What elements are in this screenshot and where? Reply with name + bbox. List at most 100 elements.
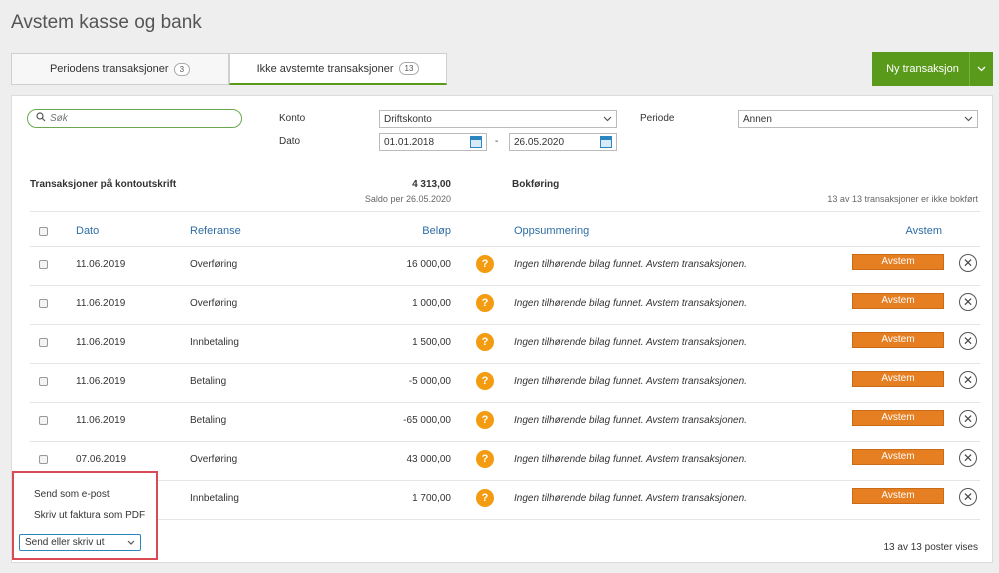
row-checkbox[interactable]: [39, 338, 48, 347]
row-summary: Ingen tilhørende bilag funnet. Avstem tr…: [514, 415, 747, 426]
header-avstem: Avstem: [905, 225, 942, 237]
date-to-input[interactable]: 26.05.2020: [509, 133, 617, 151]
row-referanse: Overføring: [190, 298, 238, 309]
question-icon[interactable]: ?: [476, 411, 494, 429]
row-referanse: Betaling: [190, 376, 227, 387]
date-from-input[interactable]: 01.01.2018: [379, 133, 487, 151]
question-icon[interactable]: ?: [476, 333, 494, 351]
row-checkbox[interactable]: [39, 260, 48, 269]
avstem-button[interactable]: Avstem: [852, 410, 944, 426]
question-icon[interactable]: ?: [476, 255, 494, 273]
calendar-icon[interactable]: [470, 136, 482, 148]
search-input[interactable]: [50, 113, 230, 124]
menu-item-print-pdf[interactable]: Skriv ut faktura som PDF: [34, 510, 145, 521]
row-belop: 16 000,00: [406, 259, 452, 270]
konto-value: Driftskonto: [384, 113, 432, 125]
row-summary: Ingen tilhørende bilag funnet. Avstem tr…: [514, 298, 747, 309]
statement-title: Transaksjoner på kontoutskrift: [30, 179, 177, 190]
row-referanse: Innbetaling: [190, 337, 239, 348]
question-icon[interactable]: ?: [476, 372, 494, 390]
dato-label: Dato: [279, 136, 301, 147]
tab-label: Ikke avstemte transaksjoner: [256, 62, 394, 75]
header-oppsummering[interactable]: Oppsummering: [514, 225, 589, 237]
send-print-label: Send eller skriv ut: [25, 537, 105, 548]
row-checkbox[interactable]: [39, 377, 48, 386]
konto-select[interactable]: Driftskonto: [379, 110, 617, 128]
avstem-button[interactable]: Avstem: [852, 371, 944, 387]
row-referanse: Overføring: [190, 454, 238, 465]
close-icon[interactable]: ✕: [959, 293, 977, 311]
menu-item-send-email[interactable]: Send som e-post: [34, 489, 110, 500]
send-print-menu: Send som e-post Skriv ut faktura som PDF…: [12, 471, 158, 560]
chevron-down-icon: [964, 114, 973, 125]
avstem-button[interactable]: Avstem: [852, 293, 944, 309]
table-row: 11.06.2019 Innbetaling 1 500,00 ? Ingen …: [12, 324, 992, 363]
statement-saldo: Saldo per 26.05.2020: [364, 194, 451, 204]
periode-value: Annen: [743, 113, 772, 125]
avstem-button[interactable]: Avstem: [852, 332, 944, 348]
avstem-button[interactable]: Avstem: [852, 488, 944, 504]
table-row: 11.06.2019 Betaling -5 000,00 ? Ingen ti…: [12, 363, 992, 402]
row-summary: Ingen tilhørende bilag funnet. Avstem tr…: [514, 493, 747, 504]
avstem-button[interactable]: Avstem: [852, 254, 944, 270]
close-icon[interactable]: ✕: [959, 410, 977, 428]
periode-label: Periode: [640, 113, 675, 124]
row-dato: 07.06.2019: [76, 454, 127, 465]
bokforing-status: 13 av 13 transaksjoner er ikke bokført: [827, 194, 978, 204]
date-from-value: 01.01.2018: [384, 136, 435, 148]
new-transaction-label: Ny transaksjon: [886, 63, 959, 75]
new-transaction-button[interactable]: Ny transaksjon: [872, 52, 993, 86]
header-dato[interactable]: Dato: [76, 225, 99, 237]
row-belop: 1 500,00: [412, 337, 451, 348]
bokforing-title: Bokføring: [512, 179, 560, 190]
row-dato: 11.06.2019: [76, 259, 126, 270]
date-separator: -: [495, 136, 499, 147]
close-icon[interactable]: ✕: [959, 371, 977, 389]
close-icon[interactable]: ✕: [959, 488, 977, 506]
close-icon[interactable]: ✕: [959, 254, 977, 272]
chevron-down-icon: [603, 114, 612, 125]
close-icon[interactable]: ✕: [959, 332, 977, 350]
page-title: Avstem kasse og bank: [11, 12, 202, 33]
row-checkbox[interactable]: [39, 455, 48, 464]
header-belop[interactable]: Beløp: [412, 225, 451, 237]
periode-select[interactable]: Annen: [738, 110, 978, 128]
send-print-dropdown[interactable]: Send eller skriv ut: [19, 534, 141, 551]
close-icon[interactable]: ✕: [959, 449, 977, 467]
date-to-value: 26.05.2020: [514, 136, 565, 148]
table-row: 07.06.2019 Overføring 43 000,00 ? Ingen …: [12, 441, 992, 480]
chevron-down-icon: [127, 537, 135, 548]
row-summary: Ingen tilhørende bilag funnet. Avstem tr…: [514, 337, 747, 348]
count-badge: 13: [398, 62, 420, 75]
row-dato: 11.06.2019: [76, 376, 126, 387]
row-belop: 43 000,00: [406, 454, 452, 465]
table-row: 11.06.2019 Overføring 16 000,00 ? Ingen …: [12, 246, 992, 285]
row-checkbox[interactable]: [39, 299, 48, 308]
question-icon[interactable]: ?: [476, 294, 494, 312]
statement-amount: 4 313,00: [412, 179, 451, 190]
search-box[interactable]: [27, 109, 242, 128]
main-panel: Konto Driftskonto Periode Annen Dato 01.…: [11, 95, 993, 563]
table-row: Innbetaling 1 700,00 ? Ingen tilhørende …: [12, 480, 992, 519]
konto-label: Konto: [279, 113, 306, 124]
avstem-button[interactable]: Avstem: [852, 449, 944, 465]
table-row: 11.06.2019 Betaling -65 000,00 ? Ingen t…: [12, 402, 992, 441]
tab-ikke-avstemte-transaksjoner[interactable]: Ikke avstemte transaksjoner 13: [229, 53, 447, 85]
row-dato: 11.06.2019: [76, 298, 126, 309]
chevron-down-icon[interactable]: [969, 52, 993, 86]
question-icon[interactable]: ?: [476, 450, 494, 468]
divider: [30, 211, 980, 212]
row-checkbox[interactable]: [39, 416, 48, 425]
row-referanse: Innbetaling: [190, 493, 239, 504]
select-all-checkbox[interactable]: [39, 227, 48, 236]
row-summary: Ingen tilhørende bilag funnet. Avstem tr…: [514, 259, 747, 270]
row-summary: Ingen tilhørende bilag funnet. Avstem tr…: [514, 376, 747, 387]
row-dato: 11.06.2019: [76, 337, 126, 348]
question-icon[interactable]: ?: [476, 489, 494, 507]
calendar-icon[interactable]: [600, 136, 612, 148]
count-badge: 3: [173, 62, 191, 76]
row-belop: -65 000,00: [403, 415, 451, 426]
tab-periodens-transaksjoner[interactable]: Periodens transaksjoner 3: [11, 53, 229, 85]
header-referanse[interactable]: Referanse: [190, 225, 241, 237]
records-count: 13 av 13 poster vises: [883, 542, 979, 553]
